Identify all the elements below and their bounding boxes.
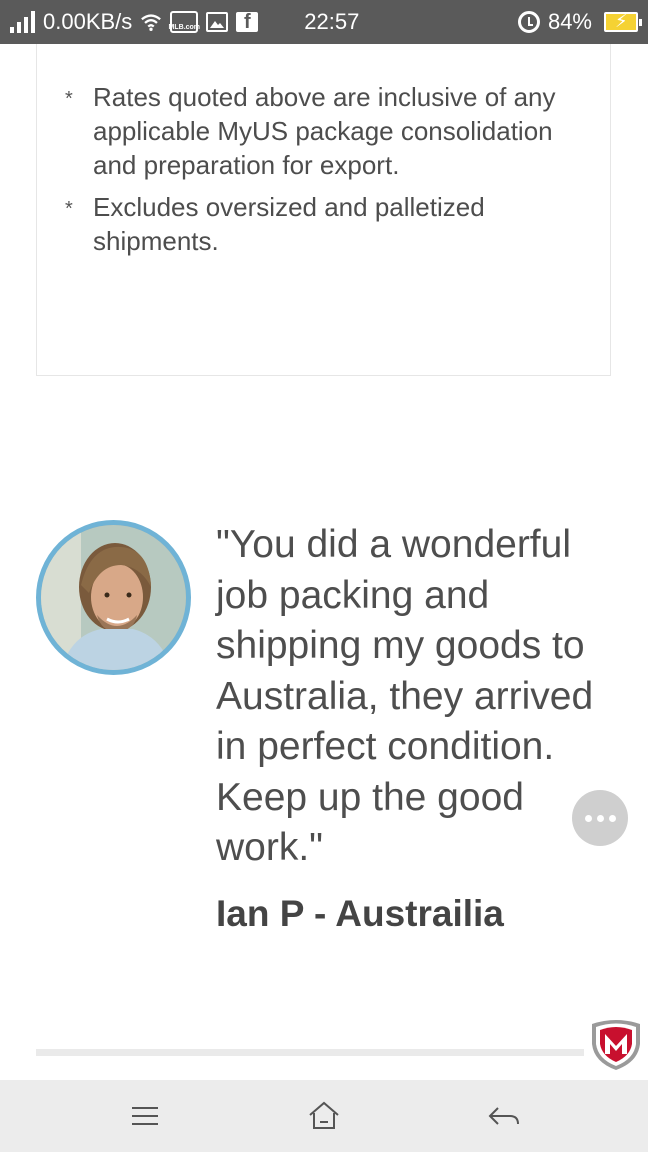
rates-notes-box: * Rates quoted above are inclusive of an… <box>36 44 611 376</box>
system-nav-bar <box>0 1080 648 1152</box>
more-options-button[interactable] <box>572 790 628 846</box>
dot-icon <box>596 814 604 822</box>
divider-bar <box>36 1049 584 1056</box>
notes-list: * Rates quoted above are inclusive of an… <box>65 80 585 266</box>
back-button[interactable] <box>486 1100 522 1132</box>
mlb-label: MLB.com <box>168 23 201 31</box>
list-item: * Rates quoted above are inclusive of an… <box>65 80 585 182</box>
bullet-star: * <box>65 198 73 220</box>
alarm-icon <box>517 11 540 33</box>
status-right: 84% ⚡ <box>517 9 642 35</box>
home-button[interactable] <box>306 1100 342 1132</box>
back-arrow-icon <box>488 1107 519 1125</box>
testimonial-quote: "You did a wonderful job packing and shi… <box>216 523 594 869</box>
status-left: 0.00KB/s MLB.com f 22:57 <box>10 9 359 35</box>
bullet-star: * <box>65 88 73 110</box>
mcafee-shield-icon[interactable] <box>588 1016 644 1072</box>
page: 0.00KB/s MLB.com f 22:57 84% ⚡ * Rates q… <box>0 0 648 1152</box>
home-icon <box>309 1101 339 1129</box>
note-text: Rates quoted above are inclusive of any … <box>93 82 556 180</box>
image-icon <box>206 12 229 32</box>
network-speed: 0.00KB/s <box>43 9 133 34</box>
testimonial-author: Ian P - Austrailia <box>216 893 504 934</box>
status-bar: 0.00KB/s MLB.com f 22:57 84% ⚡ <box>0 0 648 44</box>
note-text: Excludes oversized and palletized shipme… <box>93 192 485 256</box>
wifi-icon <box>140 12 162 32</box>
list-item: * Excludes oversized and palletized ship… <box>65 190 585 258</box>
clock: 22:57 <box>304 9 360 34</box>
facebook-icon: f <box>236 11 259 33</box>
battery-percent: 84% <box>547 9 592 34</box>
battery-charging-icon: ⚡ <box>604 11 642 32</box>
menu-icon <box>132 1107 158 1125</box>
dot-icon <box>584 814 592 822</box>
customer-photo <box>41 525 186 670</box>
dot-icon <box>608 814 616 822</box>
avatar <box>36 520 191 675</box>
menu-button[interactable] <box>128 1100 164 1132</box>
signal-icon <box>10 11 35 33</box>
mlb-icon: MLB.com <box>168 11 201 33</box>
